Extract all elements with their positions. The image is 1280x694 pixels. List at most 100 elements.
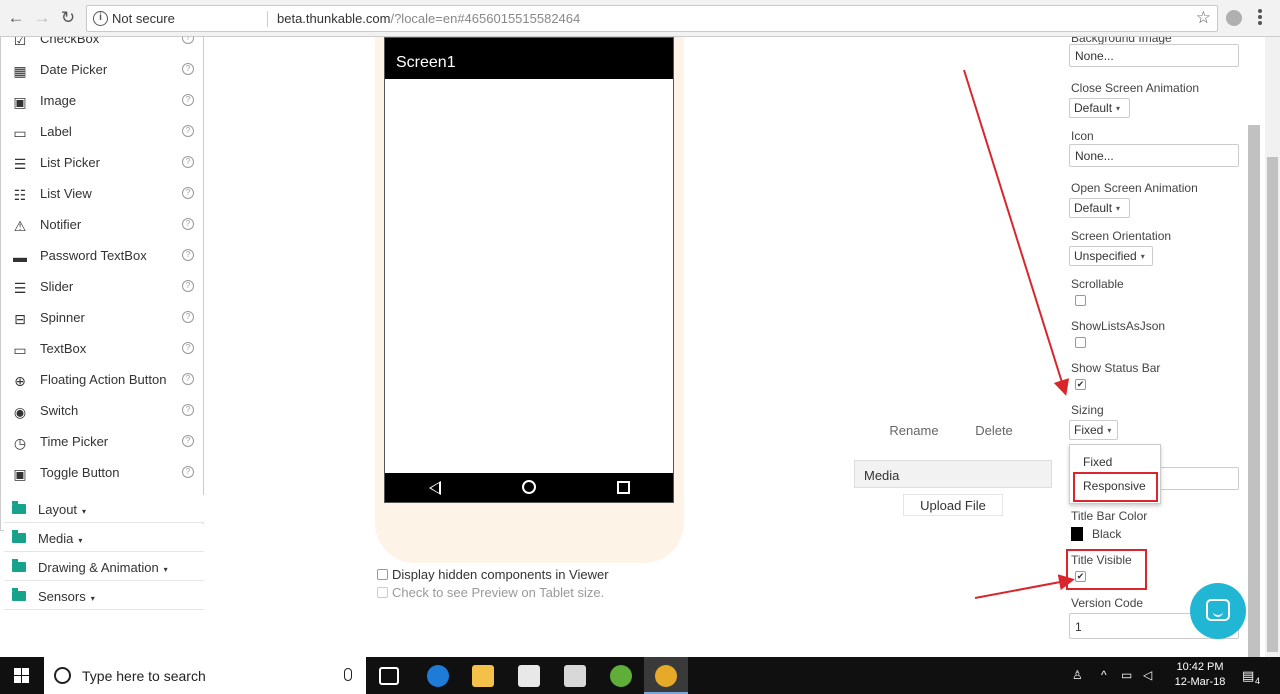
palette-item[interactable]: ▦ Date Picker? (1, 55, 203, 86)
palette-item[interactable]: ▬ Password TextBox? (1, 241, 203, 272)
utorrent-icon[interactable] (610, 665, 632, 687)
store-icon[interactable] (518, 665, 540, 687)
help-icon[interactable]: ? (182, 218, 194, 230)
palette-item[interactable]: ▣ Image? (1, 86, 203, 117)
palette-item[interactable]: ⊟ Spinner? (1, 303, 203, 334)
palette-item[interactable]: ☰ List Picker? (1, 148, 203, 179)
status-bar-checkbox[interactable]: ✔ (1075, 379, 1086, 390)
palette-item-label: Toggle Button (40, 465, 120, 480)
help-icon[interactable]: ? (182, 37, 194, 44)
palette-item[interactable]: ◉ Switch? (1, 396, 203, 427)
folder-icon (12, 588, 26, 601)
palette-category[interactable]: Drawing & Animation ▾ (4, 553, 204, 581)
tray-chevron-icon[interactable]: ^ (1101, 668, 1107, 682)
address-bar[interactable]: i Not secure beta.thunkable.com/?locale=… (86, 5, 1218, 32)
close-animation-select[interactable]: Default ▾ (1069, 98, 1130, 118)
task-view-icon[interactable] (379, 667, 399, 685)
calculator-icon[interactable] (564, 665, 586, 687)
chat-button[interactable] (1190, 583, 1246, 639)
tablet-preview-option[interactable]: Check to see Preview on Tablet size. (377, 585, 604, 600)
background-image-field[interactable]: None... (1069, 44, 1239, 67)
sizing-option-fixed[interactable]: Fixed (1083, 455, 1112, 469)
color-swatch[interactable] (1071, 527, 1083, 541)
category-name: Drawing & Animation (38, 560, 159, 575)
palette-item[interactable]: ▭ TextBox? (1, 334, 203, 365)
taskbar-search[interactable]: Type here to search (44, 657, 366, 694)
browser-menu-icon[interactable] (1258, 9, 1262, 27)
help-icon[interactable]: ? (182, 63, 194, 75)
extension-icon[interactable] (1226, 10, 1242, 26)
action-center-icon[interactable]: ▤ (1242, 668, 1254, 684)
help-icon[interactable]: ? (182, 466, 194, 478)
help-icon[interactable]: ? (182, 125, 194, 137)
palette-item[interactable]: ⊕ Floating Action Button? (1, 365, 203, 396)
help-icon[interactable]: ? (182, 156, 194, 168)
bookmark-star-icon[interactable]: ☆ (1196, 8, 1211, 28)
palette-category[interactable]: Layout ▾ (4, 495, 204, 523)
network-icon[interactable]: ▭ (1121, 668, 1132, 682)
show-lists-checkbox[interactable] (1075, 337, 1086, 348)
phone-screen[interactable]: Screen1 (384, 37, 674, 503)
folder-icon (12, 530, 26, 543)
page-scrollbar-thumb[interactable] (1267, 157, 1278, 652)
file-explorer-icon[interactable] (472, 665, 494, 687)
orientation-select[interactable]: Unspecified ▾ (1069, 246, 1153, 266)
palette-item[interactable]: ☷ List View? (1, 179, 203, 210)
password-icon: ▬ (13, 249, 27, 265)
sizing-select[interactable]: Fixed ▾ (1069, 420, 1118, 440)
responsive-highlight (1073, 472, 1158, 502)
volume-icon[interactable]: ◁ (1143, 668, 1152, 682)
help-icon[interactable]: ? (182, 342, 194, 354)
properties-scrollbar[interactable] (1248, 125, 1260, 657)
help-icon[interactable]: ? (182, 435, 194, 447)
label-icon: ▭ (13, 125, 27, 141)
help-icon[interactable]: ? (182, 94, 194, 106)
palette-item-label: List Picker (40, 155, 100, 170)
reload-icon[interactable]: ↻ (58, 8, 78, 28)
palette-category[interactable]: Sensors ▾ (4, 582, 204, 610)
category-name: Sensors (38, 589, 86, 604)
forward-icon[interactable]: → (32, 8, 52, 28)
help-icon[interactable]: ? (182, 187, 194, 199)
tablet-preview-checkbox[interactable] (377, 587, 388, 598)
palette-item[interactable]: ◷ Time Picker? (1, 427, 203, 458)
close-animation-value: Default (1074, 101, 1113, 115)
taskbar-clock[interactable]: 10:42 PM 12-Mar-18 (1170, 660, 1230, 690)
palette-item-label: List View (40, 186, 92, 201)
microphone-icon[interactable] (344, 668, 352, 681)
delete-button[interactable]: Delete (962, 420, 1026, 442)
upload-file-button[interactable]: Upload File (903, 494, 1003, 516)
folder-icon (12, 501, 26, 514)
help-icon[interactable]: ? (182, 373, 194, 385)
hidden-components-option[interactable]: Display hidden components in Viewer (377, 567, 609, 582)
component-palette: ☑ CheckBox? ▦ Date Picker? ▣ Image? ▭ Label? ☰ Li… (0, 37, 204, 531)
palette-item[interactable]: ☑ CheckBox? (1, 37, 203, 55)
icon-field[interactable]: None... (1069, 144, 1239, 167)
url-text[interactable]: beta.thunkable.com/?locale=en#4656015515… (277, 11, 580, 26)
show-lists-label: ShowListsAsJson (1071, 319, 1166, 333)
palette-item[interactable]: ▣ Toggle Button? (1, 458, 203, 489)
back-icon[interactable]: ← (6, 8, 26, 28)
edge-icon[interactable] (427, 665, 449, 687)
rename-button[interactable]: Rename (878, 420, 950, 442)
help-icon[interactable]: ? (182, 311, 194, 323)
palette-item[interactable]: ☰ Slider? (1, 272, 203, 303)
windows-start-icon[interactable] (14, 668, 29, 683)
help-icon[interactable]: ? (182, 404, 194, 416)
open-animation-select[interactable]: Default ▾ (1069, 198, 1130, 218)
palette-item-label: Time Picker (40, 434, 109, 449)
scrollable-checkbox[interactable] (1075, 295, 1086, 306)
title-bar-color-value[interactable]: Black (1092, 527, 1121, 541)
people-icon[interactable]: ♙ (1072, 668, 1083, 682)
info-icon[interactable]: i (93, 11, 108, 26)
help-icon[interactable]: ? (182, 280, 194, 292)
caret-down-icon: ▾ (1107, 426, 1112, 435)
palette-item[interactable]: ▭ Label? (1, 117, 203, 148)
palette-item[interactable]: ⚠ Notifier? (1, 210, 203, 241)
palette-item-label: Label (40, 124, 72, 139)
chrome-icon[interactable] (655, 665, 677, 687)
palette-category[interactable]: Media ▾ (4, 524, 204, 552)
hidden-components-checkbox[interactable] (377, 569, 388, 580)
category-name: Media (38, 531, 74, 546)
help-icon[interactable]: ? (182, 249, 194, 261)
